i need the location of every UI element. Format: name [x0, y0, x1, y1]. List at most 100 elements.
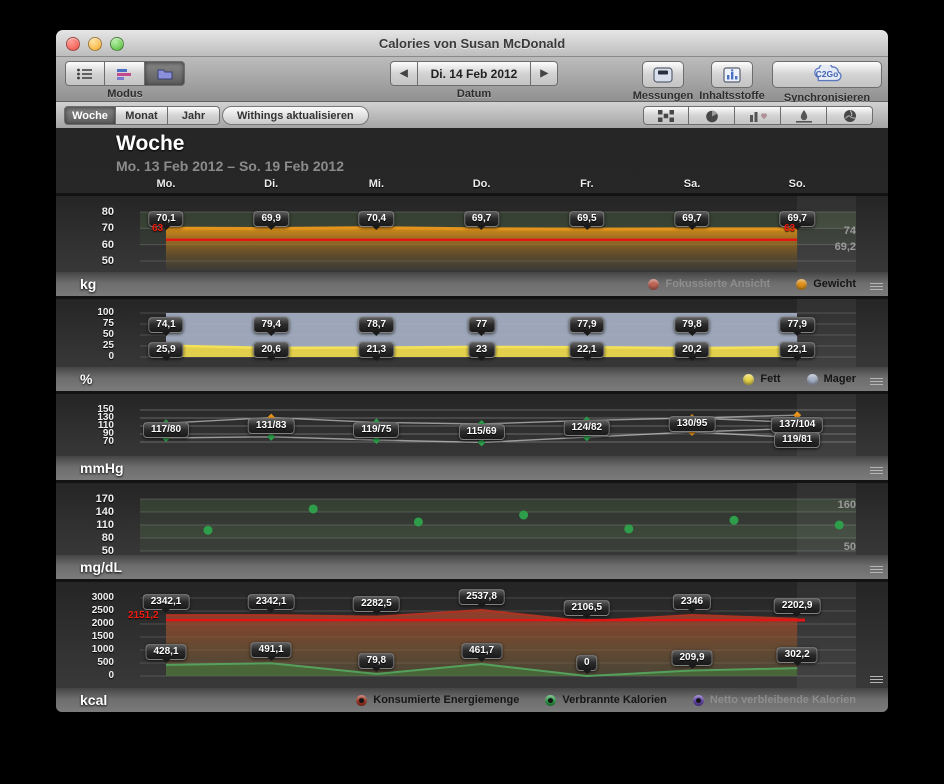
y-tick-label: 25 [56, 341, 114, 351]
date-value[interactable]: Di. 14 Feb 2012 [418, 61, 532, 86]
legend-item[interactable]: Konsumierte Energiemenge [356, 694, 519, 706]
panel-resize-handle[interactable] [870, 566, 883, 574]
modus-journal-button[interactable] [145, 61, 185, 86]
inhaltsstoffe-label: Inhaltsstoffe [696, 90, 768, 102]
weight-area [166, 228, 797, 270]
y-tick-label: 60 [56, 240, 114, 250]
next-day-button[interactable]: ▶ [531, 61, 558, 86]
diastolic-line [692, 428, 797, 432]
panel-resize-handle[interactable] [870, 676, 883, 684]
legend-label: Netto verbleibende Kalorien [710, 694, 856, 706]
y-tick-label: 170 [56, 494, 114, 504]
data-point [414, 517, 423, 526]
normal-range-band [140, 538, 856, 551]
day-label: Sa. [684, 178, 701, 190]
messungen-button[interactable] [642, 61, 684, 88]
weight-panel-footer: kg Fokussierte AnsichtGewicht [56, 272, 888, 296]
panel-resize-handle[interactable] [870, 467, 883, 475]
y-tick-label: 50 [56, 330, 114, 340]
legend-item[interactable]: Mager [807, 373, 856, 385]
title-bar: Calories von Susan McDonald [56, 30, 888, 57]
folder-icon [156, 67, 174, 81]
legend-dot [693, 695, 704, 706]
glucose-panel: 1701401108050 16050 mg/dL [56, 483, 888, 579]
systolic-line [692, 418, 797, 422]
panel-resize-handle[interactable] [870, 283, 883, 291]
legend-dot [545, 695, 556, 706]
modus-chart-button[interactable] [105, 61, 145, 86]
tab-woche[interactable]: Woche [64, 106, 116, 125]
y-tick-label: 2500 [56, 606, 114, 616]
data-point [309, 504, 318, 513]
data-point [478, 420, 486, 428]
datum-label: Datum [386, 88, 562, 100]
tab-monat[interactable]: Monat [116, 106, 168, 125]
previous-day-button[interactable]: ◀ [390, 61, 418, 86]
svg-text:C2Go: C2Go [816, 69, 839, 79]
minimize-button[interactable] [88, 37, 102, 51]
list-icon [76, 67, 94, 81]
withings-update-button[interactable]: Withings aktualisieren [222, 106, 369, 125]
data-point [688, 414, 696, 422]
normal-range-band [140, 499, 856, 512]
modus-group: Modus [62, 61, 188, 100]
datum-group: ◀ Di. 14 Feb 2012 ▶ Datum [386, 61, 562, 100]
aperture-view-button[interactable] [827, 106, 873, 125]
synchronisieren-button[interactable]: C2Go [772, 61, 882, 88]
pie-chart-icon [704, 109, 720, 123]
data-point [835, 520, 844, 529]
data-point [372, 436, 380, 444]
legend-item[interactable]: Netto verbleibende Kalorien [693, 694, 856, 706]
screen: { "window": { "title": "Calories von Sus… [0, 0, 944, 784]
data-point [519, 511, 528, 520]
inhaltsstoffe-button[interactable] [711, 61, 753, 88]
period-tabs: Woche Monat Jahr [64, 106, 220, 125]
legend-dot [743, 374, 754, 385]
water-chart-view-button[interactable] [781, 106, 827, 125]
weight-chart-view-button[interactable] [735, 106, 781, 125]
tab-jahr[interactable]: Jahr [168, 106, 220, 125]
legend-dot [807, 374, 818, 385]
legend-item[interactable]: Verbrannte Kalorien [545, 694, 667, 706]
dashboard-view-button[interactable] [643, 106, 689, 125]
body-composition-panel-footer: % Fett Mager [56, 367, 888, 391]
day-label: So. [789, 178, 806, 190]
bar-chart-icon [116, 67, 134, 81]
data-point [730, 516, 739, 525]
panel-resize-handle[interactable] [870, 378, 883, 386]
weight-legend: Fokussierte Ansicht Gewicht [648, 272, 856, 296]
legend-label: Verbrannte Kalorien [562, 694, 667, 706]
close-button[interactable] [66, 37, 80, 51]
y-tick-label: 140 [56, 507, 114, 517]
legend-item[interactable]: Gewicht [796, 278, 856, 290]
future-gutter [797, 299, 856, 367]
pie-chart-view-button[interactable] [689, 106, 735, 125]
future-gutter [797, 394, 856, 456]
legend-dot [796, 279, 807, 290]
legend-dot [356, 695, 367, 706]
messungen-label: Messungen [631, 90, 695, 102]
y-tick-label: 70 [56, 223, 114, 233]
legend-item[interactable]: Fett [743, 373, 780, 385]
normal-range-band [140, 512, 856, 525]
data-point [478, 438, 486, 446]
body-composition-legend: Fett Mager [743, 367, 856, 391]
content-area: Woche Mo. 13 Feb 2012 – So. 19 Feb 2012 … [56, 128, 888, 712]
date-range: Mo. 13 Feb 2012 – So. 19 Feb 2012 [116, 158, 344, 174]
zoom-button[interactable] [110, 37, 124, 51]
legend-item[interactable]: Fokussierte Ansicht [648, 278, 770, 290]
date-stepper: ◀ Di. 14 Feb 2012 ▶ [390, 61, 558, 86]
aperture-icon [842, 109, 858, 123]
legend-label: Gewicht [813, 278, 856, 290]
blood-pressure-panel: 1501301109070 117/80131/83119/75115/6912… [56, 394, 888, 480]
modus-list-button[interactable] [65, 61, 105, 86]
inhaltsstoffe-group: Inhaltsstoffe [696, 61, 768, 102]
messungen-group: Messungen [631, 61, 695, 102]
normal-range-band [140, 525, 856, 538]
weight-panel: 80706050 70,169,970,469,769,569,769,7636… [56, 196, 888, 296]
y-tick-label: 1000 [56, 645, 114, 655]
lean-mass-area [166, 313, 797, 348]
body-composition-unit-label: % [80, 371, 92, 387]
healthy-range-band [140, 212, 856, 228]
chart-type-controls [643, 106, 873, 125]
